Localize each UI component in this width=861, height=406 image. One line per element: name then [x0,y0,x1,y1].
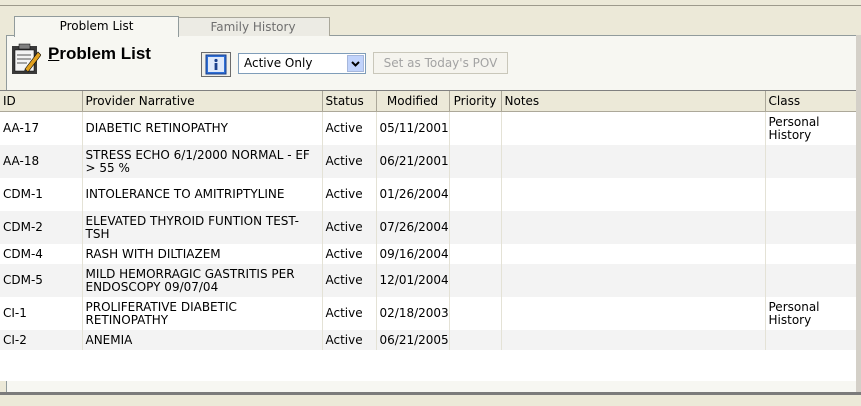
cell-class [765,178,861,211]
cell-status: Active [322,178,377,211]
cell-notes [501,244,766,264]
table-row[interactable]: AA-17 DIABETIC RETINOPATHY Active 05/11/200… [0,111,861,145]
dropdown-button[interactable] [347,55,364,72]
cell-status: Active [322,264,377,297]
cell-narrative: STRESS ECHO 6/1/2000 NORMAL - EF > 55 % [82,145,323,178]
table-row[interactable]: CI-2 ANEMIA Active 06/21/2005 [0,330,861,350]
cell-class: Personal History [765,111,861,145]
cell-modified: 05/11/2001 [376,111,450,145]
tab-problem-list[interactable]: Problem List [14,16,179,37]
cell-narrative: ELEVATED THYROID FUNTION TEST-TSH [82,211,323,244]
cell-notes [501,145,766,178]
cell-priority [449,330,502,350]
set-todays-pov-button[interactable]: Set as Today's POV [373,52,508,74]
cell-modified: 12/01/2004 [376,264,450,297]
toolbar: Problem List Active Only Set as Today's … [7,36,861,91]
cell-modified: 07/26/2004 [376,211,450,244]
tab-family-history[interactable]: Family History [176,17,330,36]
cell-notes [501,111,766,145]
info-icon [205,54,227,75]
table-row[interactable]: CI-1 PROLIFERATIVE DIABETIC RETINOPATHY Ac… [0,297,861,330]
right-edge [856,35,861,392]
chevron-down-icon [351,61,360,67]
cell-narrative: MILD HEMORRAGIC GASTRITIS PER ENDOSCOPY … [82,264,323,297]
cell-id: CI-2 [0,330,83,350]
table-row[interactable]: CDM-2 ELEVATED THYROID FUNTION TEST-TSH Ac… [0,211,861,244]
cell-notes [501,330,766,350]
column-header-status[interactable]: Status [322,91,377,112]
problem-list-table: ID Provider Narrative Status Modified Pr… [0,90,861,381]
cell-class [765,145,861,178]
problem-list-panel: Problem List Active Only Set as Today's … [0,35,861,392]
cell-class: Personal History [765,297,861,330]
cell-id: CDM-5 [0,264,83,297]
column-header-narrative[interactable]: Provider Narrative [82,91,323,112]
table-row[interactable]: CDM-4 RASH WITH DILTIAZEM Active 09/16/2004 [0,244,861,264]
cell-notes [501,211,766,244]
title-text: roblem List [59,44,151,63]
clipboard-edit-icon [12,43,41,74]
cell-class [765,211,861,244]
column-header-notes[interactable]: Notes [501,91,766,112]
cell-priority [449,264,502,297]
cell-status: Active [322,111,377,145]
cell-modified: 01/26/2004 [376,178,450,211]
cell-narrative: RASH WITH DILTIAZEM [82,244,323,264]
cell-id: AA-18 [0,145,83,178]
cell-id: CI-1 [0,297,83,330]
cell-id: CDM-1 [0,178,83,211]
cell-modified: 06/21/2001 [376,145,450,178]
cell-narrative: INTOLERANCE TO AMITRIPTYLINE [82,178,323,211]
cell-priority [449,111,502,145]
cell-class [765,244,861,264]
table-row[interactable]: AA-18 STRESS ECHO 6/1/2000 NORMAL - EF > … [0,145,861,178]
cell-narrative: ANEMIA [82,330,323,350]
cell-status: Active [322,330,377,350]
page-title: Problem List [48,44,151,64]
cell-priority [449,244,502,264]
column-header-id[interactable]: ID [0,91,83,112]
table-row[interactable]: CDM-1 INTOLERANCE TO AMITRIPTYLINE Active 0… [0,178,861,211]
column-header-modified[interactable]: Modified [376,91,450,112]
cell-class [765,264,861,297]
table-row[interactable]: CDM-5 MILD HEMORRAGIC GASTRITIS PER ENDOS… [0,264,861,297]
cell-status: Active [322,244,377,264]
cell-priority [449,211,502,244]
cell-id: AA-17 [0,111,83,145]
cell-notes [501,297,766,330]
status-filter-value: Active Only [244,56,313,70]
cell-status: Active [322,145,377,178]
cell-modified: 02/18/2003 [376,297,450,330]
column-header-class[interactable]: Class [765,91,861,112]
cell-modified: 09/16/2004 [376,244,450,264]
column-header-priority[interactable]: Priority [449,91,502,112]
status-filter-dropdown[interactable]: Active Only [238,53,366,74]
cell-status: Active [322,297,377,330]
info-button[interactable] [201,52,231,77]
cell-narrative: DIABETIC RETINOPATHY [82,111,323,145]
cell-notes [501,178,766,211]
table-header-row: ID Provider Narrative Status Modified Pr… [0,91,861,112]
cell-class [765,330,861,350]
title-mnemonic: P [48,44,60,63]
bottom-bar [0,392,861,406]
bottom-rule [0,392,861,395]
cell-priority [449,145,502,178]
cell-id: CDM-4 [0,244,83,264]
cell-notes [501,264,766,297]
cell-id: CDM-2 [0,211,83,244]
cell-priority [449,297,502,330]
problem-list-window: Problem List Family History Problem List [0,0,861,406]
cell-status: Active [322,211,377,244]
cell-narrative: PROLIFERATIVE DIABETIC RETINOPATHY [82,297,323,330]
window-top-border [0,5,861,6]
cell-priority [449,178,502,211]
cell-modified: 06/21/2005 [376,330,450,350]
